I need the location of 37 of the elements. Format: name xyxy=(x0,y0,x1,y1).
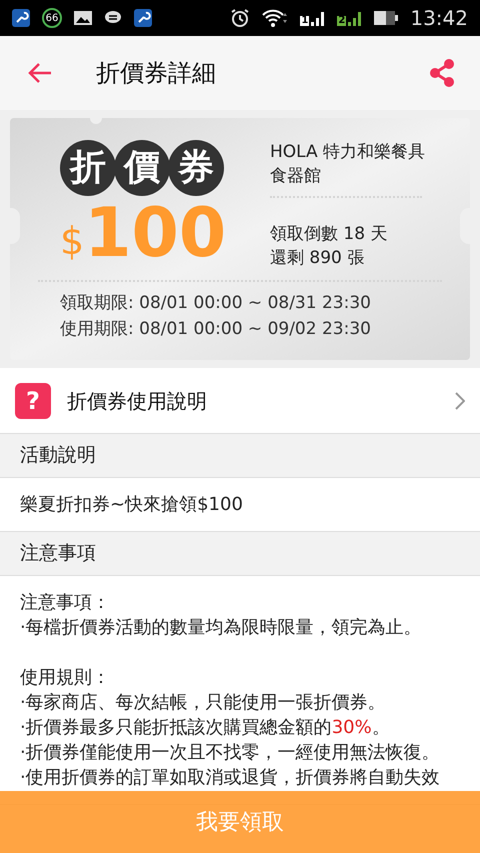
battery-icon xyxy=(374,11,398,25)
use-period: 使用期限: 08/01 00:00 ~ 09/02 23:30 xyxy=(60,318,372,341)
store-name: HOLA 特力和樂餐具食器館 xyxy=(270,141,426,188)
claim-countdown: 領取倒數 18 天 xyxy=(270,223,388,246)
image-icon xyxy=(74,11,92,25)
wifi-icon xyxy=(262,9,288,27)
section-header: 注意事項 xyxy=(0,532,480,576)
sim-label: 1 xyxy=(300,16,310,26)
remaining-count: 還剩 890 張 xyxy=(270,247,366,270)
notice-text: 注意事項： xyxy=(20,591,111,615)
coupon-amount: 100 xyxy=(84,200,226,268)
signal-icon xyxy=(311,10,326,26)
stamp-character: 折 xyxy=(60,140,116,196)
notice-text: ·每檔折價券活動的數量均為限時限量，領完為止。 xyxy=(20,616,423,640)
wrench-icon xyxy=(12,9,30,27)
section-header: 活動說明 xyxy=(0,434,480,478)
notice-text: 樂夏折扣券~快來搶領$100 xyxy=(20,493,244,517)
share-button[interactable] xyxy=(428,58,456,88)
help-icon: ? xyxy=(15,382,51,418)
notice-text: ·折價券最多只能折抵該次購買總金額的30%。 xyxy=(20,716,391,740)
notice-text: ·每家商店、每次結帳，只能使用一張折價券。 xyxy=(20,691,387,715)
sim-label: 2 xyxy=(337,16,346,26)
notice-text: 使用規則： xyxy=(20,666,111,690)
wrench-icon xyxy=(134,9,152,27)
message-icon xyxy=(104,10,122,26)
claim-period: 領取期限: 08/01 00:00 ~ 08/31 23:30 xyxy=(60,292,372,315)
notice-text: ·使用折價券的訂單如取消或退貨，折價券將自動失效 xyxy=(20,766,441,790)
stamp-character: 價 xyxy=(114,140,170,196)
alarm-icon xyxy=(230,8,250,28)
chevron-right-icon xyxy=(455,392,465,410)
notification-badge: 66 xyxy=(42,8,62,28)
stamp-character: 券 xyxy=(168,140,224,196)
signal-icon xyxy=(348,10,362,26)
currency-symbol: $ xyxy=(60,222,84,260)
clock-time: 13:42 xyxy=(410,5,468,32)
page-title: 折價券詳細 xyxy=(96,58,217,89)
notice-text: ·折價券僅能使用一次且不找零，一經使用無法恢復。 xyxy=(20,741,441,765)
